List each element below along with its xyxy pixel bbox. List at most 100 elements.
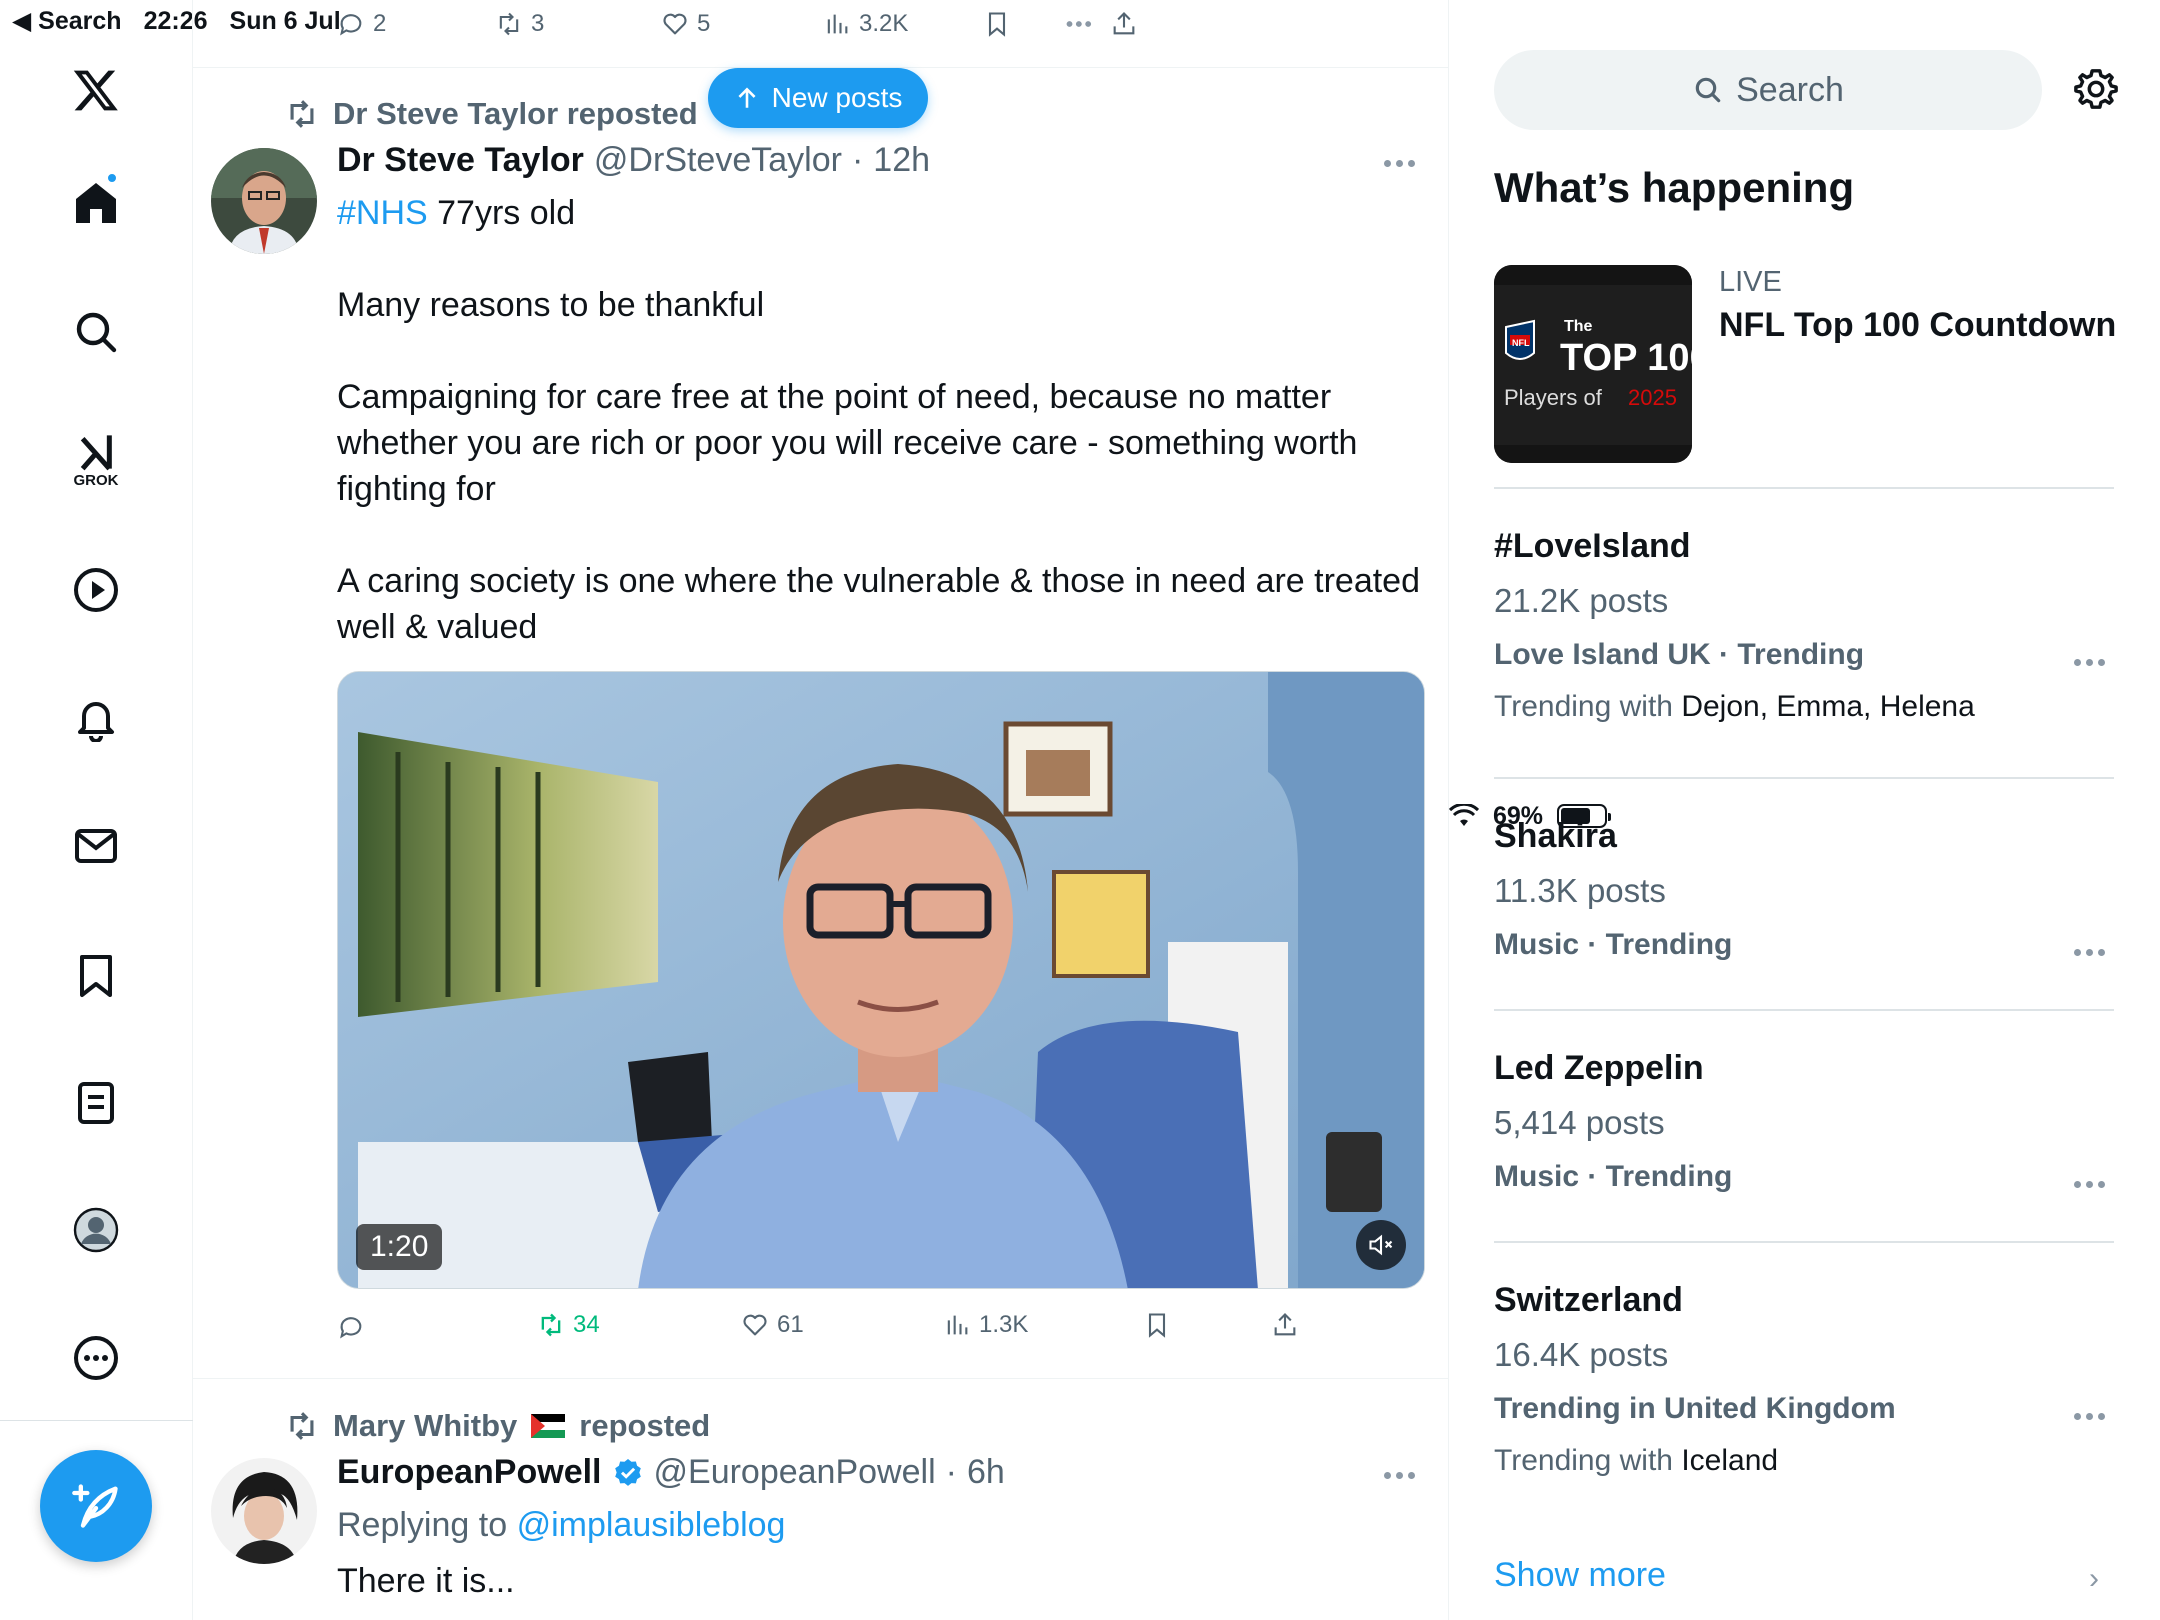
repost-action[interactable]: 3 xyxy=(495,10,544,38)
chevron-right-icon[interactable]: › xyxy=(2089,1562,2099,1596)
trend-with-names: Dejon, Emma, Helena xyxy=(1681,690,1975,723)
trend-more-icon[interactable] xyxy=(2074,659,2114,666)
trend-divider xyxy=(1494,1241,2114,1243)
trend-count: 16.4K posts xyxy=(1494,1336,1669,1373)
like-count: 5 xyxy=(697,10,711,37)
new-posts-button[interactable]: New posts xyxy=(708,68,928,128)
trend-more-icon[interactable] xyxy=(2074,949,2114,956)
notification-dot xyxy=(106,172,118,184)
separator: · xyxy=(945,1453,957,1491)
trend-item[interactable]: #LoveIsland 21.2K posts Love Island UK ·… xyxy=(1494,527,2114,724)
trend-item[interactable]: Shakira 11.3K posts Music · Trending xyxy=(1494,817,2114,962)
search-icon[interactable] xyxy=(56,292,136,372)
bookmark-action[interactable] xyxy=(983,10,1011,38)
share-icon xyxy=(1113,12,1135,35)
home-icon[interactable] xyxy=(56,163,136,243)
tweet-header: EuropeanPowell @EuropeanPowell · 6h xyxy=(337,1453,1005,1492)
show-more-link[interactable]: Show more xyxy=(1494,1556,1666,1595)
bookmark-icon[interactable] xyxy=(56,935,136,1015)
tweet-para3: A caring society is one where the vulner… xyxy=(337,562,1421,646)
repost-icon xyxy=(290,1412,314,1440)
views-icon xyxy=(947,1315,968,1335)
search-input[interactable]: Search xyxy=(1494,50,2042,130)
dots-icon xyxy=(1066,21,1092,27)
tweet-more-icon[interactable] xyxy=(1384,160,1424,167)
mail-icon[interactable] xyxy=(56,806,136,886)
share-action[interactable] xyxy=(1271,1311,1299,1339)
author-name[interactable]: Dr Steve Taylor xyxy=(337,141,584,180)
separator: · xyxy=(851,141,864,179)
avatar[interactable] xyxy=(211,1458,317,1564)
author-handle[interactable]: @DrSteveTaylor xyxy=(594,141,842,180)
live-tag: LIVE xyxy=(1719,266,1782,298)
share-icon xyxy=(1274,1313,1296,1336)
repost-indicator[interactable]: Mary Whitby reposted xyxy=(285,1408,710,1444)
profile-icon[interactable] xyxy=(56,1190,136,1270)
trend-count: 5,414 posts xyxy=(1494,1104,1665,1141)
like-action[interactable]: 61 xyxy=(741,1311,804,1339)
trend-category: Music · Trending xyxy=(1494,928,1733,961)
author-name[interactable]: EuropeanPowell xyxy=(337,1453,602,1492)
views-action[interactable]: 3.2K xyxy=(823,10,908,38)
video-player[interactable]: 1:20 xyxy=(337,671,1425,1289)
like-action[interactable]: 5 xyxy=(661,10,710,38)
avatar[interactable] xyxy=(211,148,317,254)
reply-count: 2 xyxy=(373,10,387,37)
share-action[interactable] xyxy=(1058,10,1138,38)
tweet-time[interactable]: 12h xyxy=(873,141,930,180)
repost-count: 34 xyxy=(573,1311,600,1338)
img-players-text: Players of xyxy=(1504,385,1603,410)
trend-count: 11.3K posts xyxy=(1494,872,1666,909)
trend-divider xyxy=(1494,1009,2114,1011)
hashtag-link[interactable]: #NHS xyxy=(337,194,428,232)
video-play-icon[interactable] xyxy=(56,550,136,630)
arrow-up-icon xyxy=(738,87,756,108)
more-options-icon[interactable] xyxy=(56,1318,136,1398)
trend-more-icon[interactable] xyxy=(2074,1181,2114,1188)
lists-icon[interactable] xyxy=(56,1063,136,1143)
repost-indicator[interactable]: Dr Steve Taylor reposted xyxy=(285,96,698,132)
trend-item[interactable]: Led Zeppelin 5,414 posts Music · Trendin… xyxy=(1494,1049,2114,1194)
x-logo-icon[interactable] xyxy=(56,50,136,130)
trend-item[interactable]: Switzerland 16.4K posts Trending in Unit… xyxy=(1494,1281,2114,1478)
grok-icon[interactable]: GROK xyxy=(56,420,136,500)
reply-icon xyxy=(340,14,362,36)
flag-icon xyxy=(531,1414,566,1438)
trend-more-icon[interactable] xyxy=(2074,1413,2114,1420)
trend-title: #LoveIsland xyxy=(1494,527,1691,565)
search-icon xyxy=(1695,77,1721,103)
trend-with-names: Iceland xyxy=(1681,1444,1779,1477)
repost-icon xyxy=(290,100,314,128)
replying-to-link[interactable]: @implausibleblog xyxy=(517,1506,786,1544)
trend-category: Love Island UK · Trending xyxy=(1494,638,1865,671)
views-action[interactable]: 1.3K xyxy=(943,1311,1028,1339)
compose-post-button[interactable] xyxy=(40,1450,152,1562)
repost-icon xyxy=(541,1313,561,1337)
img-nfl-text: NFL xyxy=(1512,338,1530,348)
nav-divider xyxy=(0,1420,193,1421)
tweet-time[interactable]: 6h xyxy=(967,1453,1005,1492)
settings-gear-icon[interactable] xyxy=(2073,66,2119,112)
grok-label: GROK xyxy=(73,471,119,489)
repost-action[interactable]: 34 xyxy=(537,1311,600,1339)
repost-indicator-name: Mary Whitby xyxy=(333,1408,518,1443)
views-count: 3.2K xyxy=(859,10,909,37)
live-event-title[interactable]: NFL Top 100 Countdown xyxy=(1719,306,2116,345)
left-nav: GROK xyxy=(0,0,193,1620)
mute-button[interactable] xyxy=(1356,1220,1406,1270)
tweet-para1: Many reasons to be thankful xyxy=(337,286,765,324)
like-count: 61 xyxy=(777,1311,804,1338)
author-handle[interactable]: @EuropeanPowell xyxy=(654,1453,936,1492)
tweet-text: There it is... xyxy=(337,1562,515,1600)
img-top100-text: TOP 100 xyxy=(1560,337,1692,379)
post-divider xyxy=(193,1378,1448,1379)
live-event-image[interactable]: The TOP 100 NFL Players of 2025 xyxy=(1494,265,1692,463)
bookmark-icon xyxy=(1148,1313,1166,1338)
reply-action[interactable]: 2 xyxy=(337,10,386,38)
img-year-text: 2025 xyxy=(1628,385,1677,410)
bell-icon[interactable] xyxy=(56,678,136,758)
reply-action[interactable] xyxy=(337,1313,365,1341)
tweet-text: #NHS 77yrs old Many reasons to be thankf… xyxy=(337,190,1427,650)
tweet-more-icon[interactable] xyxy=(1384,1472,1424,1479)
bookmark-action[interactable] xyxy=(1143,1311,1171,1339)
